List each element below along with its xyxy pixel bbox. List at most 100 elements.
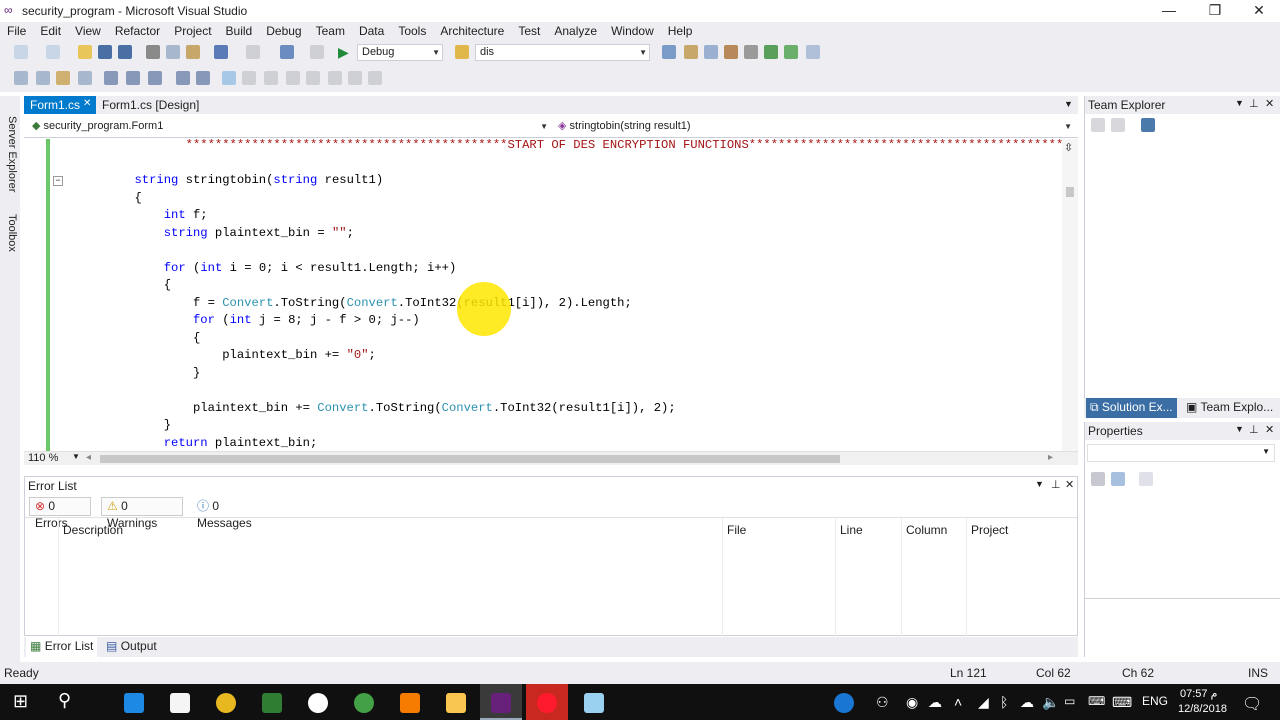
zoom-level[interactable]: 110 % <box>28 452 58 464</box>
forward-icon[interactable] <box>1111 118 1125 132</box>
code-line[interactable]: string plaintext_bin = ""; <box>54 225 354 243</box>
show-hidden-icons-chevron[interactable]: ˄ <box>954 694 962 710</box>
member-combo[interactable]: ◈ stringtobin(string result1) ▼ <box>554 119 1074 136</box>
code-line[interactable]: plaintext_bin += "0"; <box>54 347 376 365</box>
editor-vertical-scrollbar[interactable]: ⇳ <box>1062 139 1078 451</box>
app-icon[interactable] <box>216 693 236 713</box>
code-editor[interactable]: ****************************************… <box>24 139 1078 451</box>
menu-data[interactable]: Data <box>352 22 391 40</box>
find-combo[interactable]: dis ▼ <box>475 44 650 61</box>
pin-icon[interactable]: ⊥ <box>1249 423 1259 436</box>
display-object-member-list-icon[interactable] <box>14 71 28 85</box>
code-line[interactable]: f = Convert.ToString(Convert.ToInt32(res… <box>54 295 632 313</box>
tab-solution-explorer[interactable]: ⧉ Solution Ex... <box>1086 398 1177 418</box>
panel-menu-chevron-icon[interactable]: ▼ <box>1235 424 1244 434</box>
tools-icon[interactable] <box>744 45 758 59</box>
navigate-backward-icon[interactable] <box>280 45 294 59</box>
code-line[interactable]: for (int i = 0; i < result1.Length; i++) <box>54 260 457 278</box>
opera-taskbar-button[interactable] <box>526 684 568 720</box>
menu-refactor[interactable]: Refactor <box>108 22 167 40</box>
clock-time[interactable]: 07:57 م <box>1180 687 1217 700</box>
column-file[interactable]: File <box>727 523 746 537</box>
property-pages-icon[interactable] <box>1139 472 1153 486</box>
close-panel-icon[interactable]: ✕ <box>1265 97 1274 110</box>
menu-help[interactable]: Help <box>661 22 700 40</box>
back-icon[interactable] <box>1091 118 1105 132</box>
menu-edit[interactable]: Edit <box>33 22 68 40</box>
code-line[interactable]: } <box>54 365 200 383</box>
minimize-button[interactable]: — <box>1146 0 1192 22</box>
uncomment-lines-icon[interactable] <box>196 71 210 85</box>
messages-filter-button[interactable]: ⓘ 0 Messages <box>191 497 281 530</box>
panel-menu-chevron-icon[interactable]: ▼ <box>1035 479 1044 489</box>
horizontal-scroll-thumb[interactable] <box>100 455 840 463</box>
vlc-icon[interactable] <box>400 693 420 713</box>
open-folder-icon[interactable] <box>78 45 92 59</box>
window-layout-icon[interactable] <box>806 45 820 59</box>
code-line[interactable]: ****************************************… <box>54 139 1078 155</box>
code-line[interactable]: { <box>54 277 171 295</box>
redo-icon[interactable] <box>246 45 260 59</box>
previous-bookmark-folder-icon[interactable] <box>286 71 300 85</box>
wifi-icon[interactable]: ◢ <box>978 694 989 711</box>
menu-build[interactable]: Build <box>219 22 260 40</box>
server-explorer-tab[interactable]: Server Explorer <box>2 116 18 192</box>
volume-icon[interactable]: 🔈 <box>1042 694 1059 711</box>
connect-icon[interactable] <box>1141 118 1155 132</box>
code-line[interactable]: { <box>54 330 200 348</box>
chevron-down-icon[interactable]: ▼ <box>72 452 80 461</box>
extensions-icon[interactable] <box>764 45 778 59</box>
next-bookmark-document-icon[interactable] <box>348 71 362 85</box>
solution-configuration-combo[interactable]: Debug ▼ <box>357 44 443 61</box>
start-page-icon[interactable] <box>784 45 798 59</box>
previous-bookmark-icon[interactable] <box>242 71 256 85</box>
menu-project[interactable]: Project <box>167 22 218 40</box>
code-line[interactable]: return plaintext_bin; <box>54 435 318 452</box>
new-project-icon[interactable] <box>14 45 28 59</box>
file-explorer-icon[interactable] <box>446 693 466 713</box>
store-icon[interactable] <box>170 693 190 713</box>
find-in-files-icon[interactable] <box>455 45 469 59</box>
tab-overflow-chevron-icon[interactable]: ▼ <box>1064 99 1073 109</box>
next-bookmark-folder-icon[interactable] <box>306 71 320 85</box>
language-indicator[interactable]: ENG <box>1142 694 1168 708</box>
people-icon[interactable]: ⚇ <box>876 694 889 711</box>
object-browser-icon[interactable] <box>704 45 718 59</box>
keyboard-icon[interactable]: ⌨ <box>1112 694 1132 711</box>
errors-filter-button[interactable]: ⊗ 0 Errors <box>29 497 91 530</box>
next-bookmark-icon[interactable] <box>264 71 278 85</box>
code-line[interactable]: } <box>54 417 171 435</box>
outdent-icon[interactable] <box>148 71 162 85</box>
menu-view[interactable]: View <box>68 22 108 40</box>
visual-studio-taskbar-button[interactable] <box>480 684 522 720</box>
help-icon[interactable] <box>834 693 854 713</box>
close-panel-icon[interactable]: ✕ <box>1065 478 1074 491</box>
menu-team[interactable]: Team <box>309 22 352 40</box>
tab-form1-design[interactable]: Form1.cs [Design] <box>96 96 226 114</box>
pin-icon[interactable]: ⊥ <box>1051 478 1061 491</box>
cut-icon[interactable] <box>146 45 160 59</box>
close-panel-icon[interactable]: ✕ <box>1265 423 1274 436</box>
alphabetical-icon[interactable] <box>1111 472 1125 486</box>
complete-word-icon[interactable] <box>78 71 92 85</box>
close-window-button[interactable]: ✕ <box>1236 0 1280 22</box>
ime-icon[interactable]: ⌨ <box>1088 694 1105 708</box>
properties-window-icon[interactable] <box>684 45 698 59</box>
pin-icon[interactable]: ⊥ <box>1249 97 1259 110</box>
quick-info-icon[interactable] <box>56 71 70 85</box>
action-center-icon[interactable]: 🗨 <box>1242 694 1262 714</box>
menu-tools[interactable]: Tools <box>391 22 433 40</box>
hp-icon[interactable] <box>308 693 328 713</box>
paste-icon[interactable] <box>186 45 200 59</box>
tab-output[interactable]: ▤ Output <box>102 637 161 657</box>
panel-menu-chevron-icon[interactable]: ▼ <box>1235 98 1244 108</box>
app-icon-2[interactable] <box>262 693 282 713</box>
collapse-outline-icon[interactable]: − <box>53 176 63 186</box>
comment-lines-icon[interactable] <box>176 71 190 85</box>
toolbox-icon[interactable] <box>724 45 738 59</box>
warnings-filter-button[interactable]: ⚠ 0 Warnings <box>101 497 183 530</box>
scroll-left-icon[interactable]: ◂ <box>86 452 91 463</box>
app-icon-3[interactable] <box>584 693 604 713</box>
clock-date[interactable]: 12/8/2018 <box>1178 703 1227 715</box>
search-icon[interactable]: ⚲ <box>58 690 71 711</box>
